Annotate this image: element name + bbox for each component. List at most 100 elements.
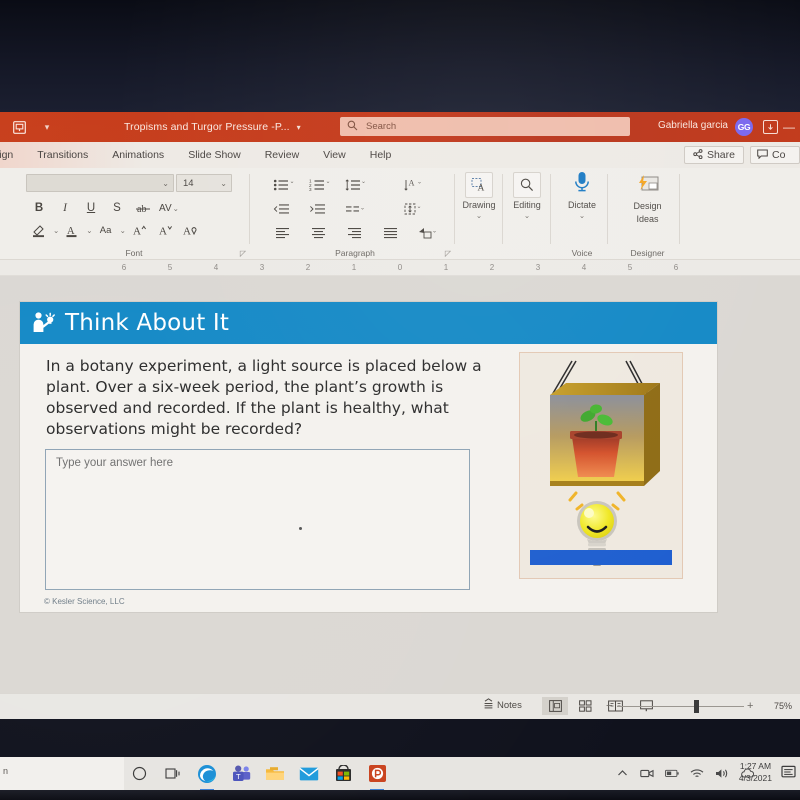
edge-icon[interactable] bbox=[196, 763, 218, 791]
group-separator bbox=[249, 174, 250, 244]
tab-help[interactable]: Help bbox=[358, 149, 404, 161]
font-color-icon[interactable]: A bbox=[59, 220, 85, 240]
ribbon-display-options-icon[interactable] bbox=[763, 120, 778, 134]
mail-icon[interactable] bbox=[298, 763, 320, 785]
horizontal-ruler[interactable]: 6 5 4 3 2 1 0 1 2 3 4 5 6 bbox=[0, 260, 800, 276]
show-hidden-icons[interactable] bbox=[615, 767, 629, 781]
underline-button[interactable]: U bbox=[78, 198, 104, 218]
dictate-chevron-down-icon[interactable]: ⌄ bbox=[579, 211, 585, 220]
svg-text:A: A bbox=[159, 226, 167, 238]
zoom-out-button[interactable]: − bbox=[606, 700, 612, 712]
tab-design[interactable]: sign bbox=[0, 149, 25, 161]
align-right-icon[interactable] bbox=[337, 222, 373, 244]
ruler-tick: 2 bbox=[305, 263, 311, 272]
title-chevron-down-icon[interactable]: ▾ bbox=[297, 123, 301, 132]
tab-transitions[interactable]: Transitions bbox=[25, 149, 100, 161]
ruler-tick: 5 bbox=[627, 263, 633, 272]
bullets-icon[interactable]: ⌄ bbox=[265, 174, 301, 196]
tab-review[interactable]: Review bbox=[253, 149, 311, 161]
slide[interactable]: Think About It In a botany experiment, a… bbox=[20, 302, 717, 612]
person-with-idea-icon bbox=[29, 308, 59, 338]
taskbar-clock[interactable]: 1:27 AM 4/3/2021 bbox=[739, 760, 772, 784]
file-explorer-icon[interactable] bbox=[264, 763, 286, 785]
share-icon bbox=[693, 148, 703, 162]
svg-text:⌄: ⌄ bbox=[289, 179, 294, 185]
tab-slide-show[interactable]: Slide Show bbox=[176, 149, 253, 161]
editing-button[interactable]: Editing ⌄ bbox=[503, 172, 551, 220]
quick-access-toolbar-caret[interactable]: ▾ bbox=[32, 122, 62, 133]
comments-button[interactable]: Co bbox=[750, 146, 800, 164]
svg-text:⌄: ⌄ bbox=[361, 179, 366, 185]
dictate-label: Dictate bbox=[567, 200, 596, 210]
dictate-button[interactable]: Dictate ⌄ bbox=[556, 170, 608, 220]
zoom-slider-track[interactable] bbox=[617, 706, 744, 707]
volume-icon[interactable] bbox=[715, 767, 729, 781]
font-size-chevron-down-icon[interactable]: ⌄ bbox=[220, 179, 227, 188]
share-button[interactable]: Share bbox=[683, 146, 744, 164]
clock-date: 4/3/2021 bbox=[738, 773, 772, 783]
svg-text:A: A bbox=[133, 226, 141, 238]
battery-icon[interactable] bbox=[665, 767, 679, 781]
microsoft-store-icon[interactable] bbox=[332, 763, 354, 785]
line-spacing-icon[interactable]: ⌄ bbox=[337, 174, 373, 196]
task-view-icon[interactable] bbox=[162, 763, 184, 785]
normal-view-button[interactable] bbox=[542, 697, 568, 715]
ribbon-group-font: ⌄ 14 ⌄ B I U S ab AV ⌄ ⌄ A ⌄ Aa ⌄ A A A … bbox=[18, 168, 250, 260]
align-text-icon[interactable]: ⌄ bbox=[395, 198, 431, 220]
answer-input[interactable]: Type your answer here bbox=[45, 449, 470, 590]
zoom-slider-thumb[interactable] bbox=[694, 700, 699, 713]
decrease-font-size-button[interactable]: A bbox=[152, 220, 178, 240]
meet-now-icon[interactable] bbox=[640, 767, 654, 781]
search-box[interactable]: Search bbox=[340, 117, 630, 136]
character-spacing-button[interactable]: AV ⌄ bbox=[156, 198, 182, 218]
question-text: In a botany experiment, a light source i… bbox=[46, 357, 482, 438]
numbering-icon[interactable]: 1 2 3 ⌄ bbox=[301, 174, 337, 196]
design-ideas-button[interactable]: Design Ideas bbox=[615, 172, 680, 225]
cortana-icon[interactable] bbox=[128, 763, 150, 785]
align-left-icon[interactable] bbox=[265, 222, 301, 244]
powerpoint-taskbar-icon[interactable] bbox=[366, 763, 388, 791]
teams-icon[interactable]: T bbox=[230, 763, 252, 785]
avatar[interactable]: GG bbox=[735, 118, 753, 136]
text-direction-icon[interactable]: A ⌄ bbox=[395, 174, 431, 196]
ribbon-group-editing: Editing ⌄ bbox=[503, 168, 551, 260]
convert-to-smartart-icon[interactable]: ⌄ bbox=[409, 222, 445, 244]
zoom-in-button[interactable]: + bbox=[747, 700, 753, 712]
clear-formatting-icon[interactable]: A bbox=[178, 220, 204, 240]
group-separator bbox=[607, 174, 608, 244]
italic-button[interactable]: I bbox=[52, 198, 78, 218]
strikethrough-icon[interactable]: ab bbox=[130, 198, 156, 218]
zoom-level-value[interactable]: 75% bbox=[774, 701, 792, 711]
justify-icon[interactable] bbox=[373, 222, 409, 244]
action-center-icon[interactable] bbox=[781, 765, 797, 785]
columns-icon[interactable]: ⌄ bbox=[337, 198, 373, 220]
paragraph-dialog-launcher-icon[interactable]: ◸ bbox=[445, 249, 451, 258]
bold-button[interactable]: B bbox=[26, 198, 52, 218]
increase-indent-icon[interactable] bbox=[301, 198, 337, 220]
text-cursor-dot bbox=[299, 527, 302, 530]
notes-button[interactable]: Notes bbox=[483, 698, 522, 712]
font-name-chevron-down-icon[interactable]: ⌄ bbox=[162, 179, 169, 188]
slide-sorter-view-button[interactable] bbox=[572, 697, 598, 715]
decrease-indent-icon[interactable] bbox=[265, 198, 301, 220]
change-case-button[interactable]: Aa bbox=[93, 220, 119, 240]
account-name[interactable]: Gabriella garcia bbox=[658, 120, 728, 131]
slide-body: In a botany experiment, a light source i… bbox=[20, 344, 717, 612]
font-size-input[interactable]: 14 ⌄ bbox=[176, 174, 232, 192]
text-highlight-color-icon[interactable] bbox=[26, 220, 52, 240]
svg-text:T: T bbox=[236, 772, 241, 781]
increase-font-size-button[interactable]: A bbox=[126, 220, 152, 240]
wifi-icon[interactable] bbox=[690, 767, 704, 781]
drawing-chevron-down-icon[interactable]: ⌄ bbox=[476, 211, 482, 220]
tab-animations[interactable]: Animations bbox=[100, 149, 176, 161]
text-shadow-button[interactable]: S bbox=[104, 198, 130, 218]
align-center-icon[interactable] bbox=[301, 222, 337, 244]
drawing-button[interactable]: A Drawing ⌄ bbox=[455, 172, 503, 220]
tab-view[interactable]: View bbox=[311, 149, 358, 161]
font-dialog-launcher-icon[interactable]: ◸ bbox=[240, 249, 246, 258]
editing-chevron-down-icon[interactable]: ⌄ bbox=[524, 211, 530, 220]
design-ideas-label-line1: Design bbox=[633, 201, 662, 211]
font-name-input[interactable]: ⌄ bbox=[26, 174, 174, 192]
svg-text:⌄: ⌄ bbox=[432, 229, 437, 235]
minimize-button[interactable]: — bbox=[781, 118, 797, 136]
